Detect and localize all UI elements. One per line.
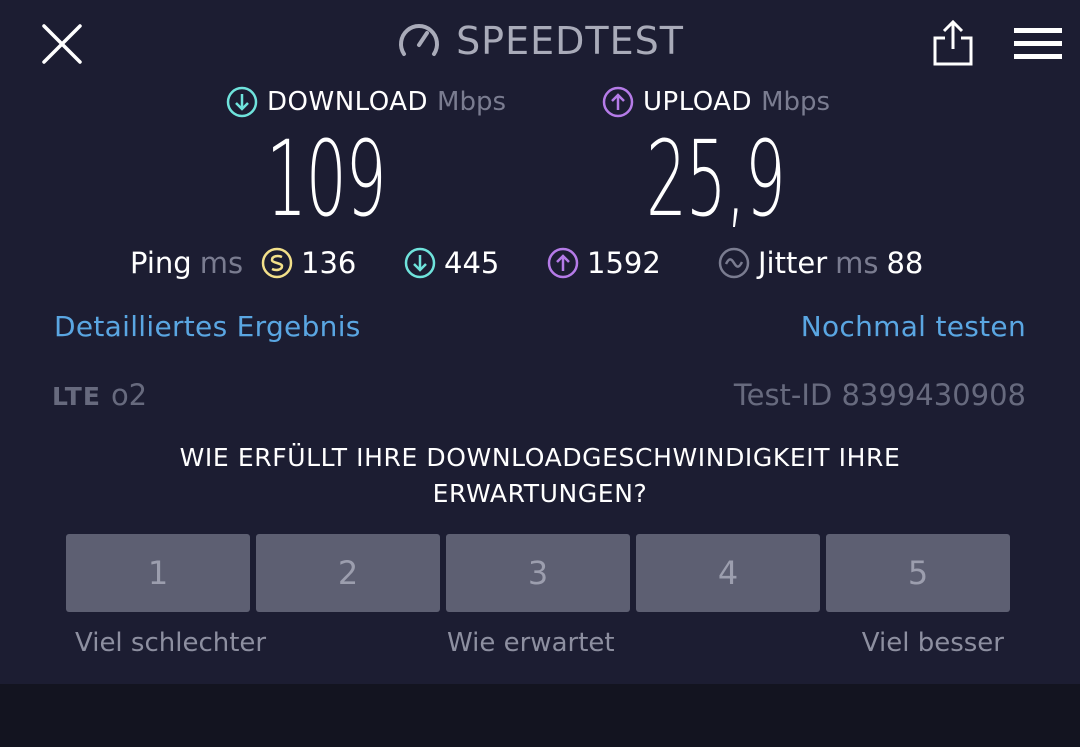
scale-mid-label: Wie erwartet [447,628,615,658]
jitter-unit: ms [835,246,879,280]
carrier-info: LTE o2 [52,378,147,412]
upload-label: UPLOAD Mbps [602,86,830,118]
retest-link[interactable]: Nochmal testen [801,310,1026,343]
ping-unit: ms [199,246,244,280]
app-brand: SPEEDTEST [0,18,1080,64]
bottom-bar [0,684,1080,747]
upload-latency-icon [547,247,579,279]
carrier-name: o2 [110,378,148,412]
ping-download-value: 445 [444,246,500,280]
rating-button-5[interactable]: 5 [826,534,1010,612]
ping-title: Ping [130,246,192,280]
scale-high-label: Viel besser [861,628,1004,658]
download-latency-icon [404,247,436,279]
jitter-title: Jitter [758,246,828,280]
rating-button-4[interactable]: 4 [636,534,820,612]
scale-low-label: Viel schlechter [75,628,267,658]
rating-button-3[interactable]: 3 [446,534,630,612]
ping-idle-icon [261,247,293,279]
download-label: DOWNLOAD Mbps [226,86,506,118]
download-title: DOWNLOAD [267,87,429,117]
ping-idle: 136 [261,246,356,280]
share-button[interactable] [928,18,978,68]
upload-title: UPLOAD [643,87,753,117]
rating-button-1[interactable]: 1 [66,534,250,612]
test-id: Test-ID 8399430908 [733,378,1026,412]
download-unit: Mbps [437,87,507,117]
menu-button[interactable] [1014,24,1062,64]
ping-upload-value: 1592 [587,246,661,280]
upload-unit: Mbps [761,87,831,117]
speedometer-icon [399,24,440,56]
jitter: Jitter ms 88 [718,246,923,280]
jitter-value: 88 [886,246,924,280]
detailed-result-link[interactable]: Detailliertes Ergebnis [54,310,361,343]
download-speed-value: 109 [266,118,387,240]
ping-label: Ping ms [130,246,243,280]
app-title: SPEEDTEST [456,19,684,63]
latency-row: Ping ms 136 445 1592 Jitter ms 88 [0,246,1080,286]
menu-icon [1014,28,1062,59]
network-type: LTE [52,382,101,411]
rating-button-2[interactable]: 2 [256,534,440,612]
survey-question: WIE ERFÜLLT IHRE DOWNLOADGESCHWINDIGKEIT… [179,443,901,508]
rating-scale: 1 2 3 4 5 [66,534,1010,612]
share-icon [933,19,973,66]
jitter-wave-icon [718,247,750,279]
ping-upload: 1592 [547,246,661,280]
ping-idle-value: 136 [301,246,357,280]
upload-arrow-icon [602,86,634,118]
speedtest-result-screen: SPEEDTEST DOWNLOAD Mbps UPLOAD Mbps 109 … [0,0,1080,747]
download-arrow-icon [226,86,258,118]
upload-speed-value: 25,9 [646,118,786,240]
ping-download: 445 [404,246,499,280]
